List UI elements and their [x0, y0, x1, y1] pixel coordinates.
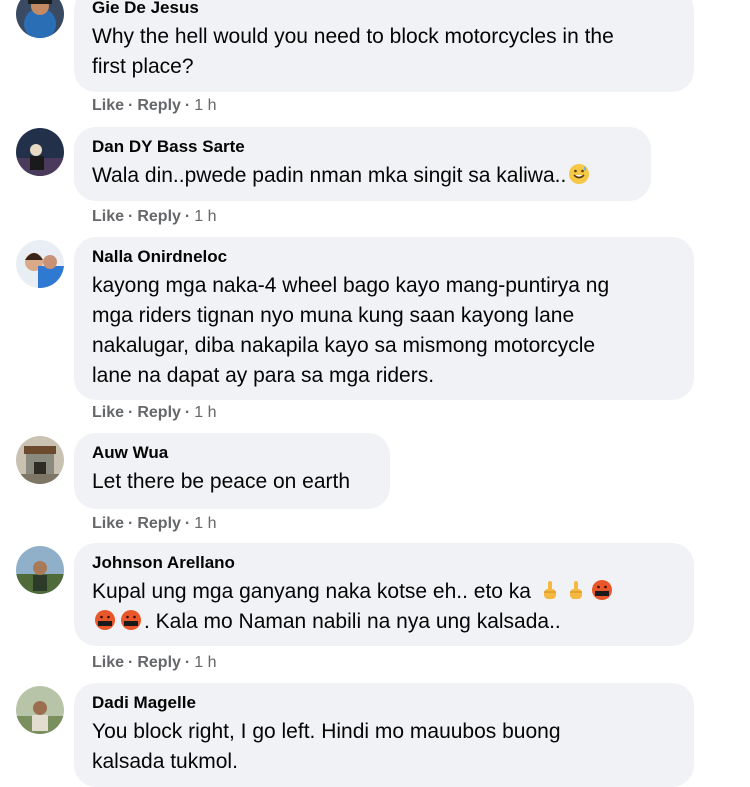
avatar[interactable] — [16, 0, 64, 38]
comment-line: You block right, I go left. Hindi mo mau… — [92, 720, 561, 743]
comment-actions: Like · Reply · 1 h — [92, 653, 217, 673]
comment-line-text: . Kala mo Naman nabili na nya ung kalsad… — [144, 610, 561, 633]
middle-finger-emoji — [565, 579, 587, 601]
avatar[interactable] — [16, 240, 64, 288]
reply-button[interactable]: Reply — [137, 208, 181, 225]
comment-time[interactable]: 1 h — [194, 404, 216, 421]
comment-actions: Like · Reply · 1 h — [92, 96, 217, 116]
comment-line: . Kala mo Naman nabili na nya ung kalsad… — [92, 607, 676, 637]
comment-text: Why the hell would you need to block mot… — [92, 22, 676, 82]
comment-bubble: Gie De Jesus Why the hell would you need… — [74, 0, 694, 92]
cursing-face-emoji — [591, 579, 613, 601]
middle-finger-emoji — [539, 579, 561, 601]
avatar[interactable] — [16, 128, 64, 176]
comment-author[interactable]: Dadi Magelle — [92, 693, 676, 713]
comment-bubble: Dadi Magelle You block right, I go left.… — [74, 683, 694, 787]
comment-text: Wala din..pwede padin nman mka singit sa… — [92, 161, 633, 191]
reply-button[interactable]: Reply — [137, 97, 181, 114]
comment-actions: Like · Reply · 1 h — [92, 403, 217, 423]
comment-time[interactable]: 1 h — [194, 654, 216, 671]
separator: · — [184, 654, 191, 671]
comment-text: You block right, I go left. Hindi mo mau… — [92, 717, 676, 777]
comment-line: nakalugar, diba nakapila kayo sa mismong… — [92, 334, 596, 357]
comments-section: Gie De Jesus Why the hell would you need… — [0, 0, 750, 787]
comment-line: lane na dapat ay para sa mga riders. — [92, 364, 435, 387]
comment-line-text: Kupal ung mga ganyang naka kotse eh.. et… — [92, 580, 531, 603]
comment-line: kalsada tukmol. — [92, 750, 238, 773]
avatar[interactable] — [16, 686, 64, 734]
comment-actions: Like · Reply · 1 h — [92, 514, 217, 534]
like-button[interactable]: Like — [92, 208, 124, 225]
separator: · — [128, 97, 134, 114]
like-button[interactable]: Like — [92, 97, 124, 114]
comment-line: first place? — [92, 55, 194, 78]
comment-line: Kupal ung mga ganyang naka kotse eh.. et… — [92, 577, 676, 607]
reply-button[interactable]: Reply — [137, 515, 181, 532]
cursing-face-emoji — [94, 609, 116, 631]
comment-author[interactable]: Auw Wua — [92, 443, 372, 463]
comment-text: Kupal ung mga ganyang naka kotse eh.. et… — [92, 577, 676, 637]
like-button[interactable]: Like — [92, 515, 124, 532]
comment-bubble: Auw Wua Let there be peace on earth — [74, 433, 390, 509]
like-button[interactable]: Like — [92, 654, 124, 671]
comment-author[interactable]: Gie De Jesus — [92, 0, 676, 18]
separator: · — [128, 404, 134, 421]
like-button[interactable]: Like — [92, 404, 124, 421]
comment-text: Let there be peace on earth — [92, 467, 372, 497]
comment-line: Let there be peace on earth — [92, 470, 351, 493]
separator: · — [184, 97, 191, 114]
cursing-face-emoji — [120, 609, 142, 631]
comment-author[interactable]: Nalla Onirdneloc — [92, 247, 676, 267]
comment-actions: Like · Reply · 1 h — [92, 207, 217, 227]
separator: · — [184, 208, 191, 225]
grinning-sweat-emoji — [568, 163, 590, 185]
comment-text: kayong mga naka-4 wheel bago kayo mang-p… — [92, 271, 676, 391]
comment-bubble: Dan DY Bass Sarte Wala din..pwede padin … — [74, 127, 651, 201]
separator: · — [128, 208, 134, 225]
comment-bubble: Johnson Arellano Kupal ung mga ganyang n… — [74, 543, 694, 646]
comment-time[interactable]: 1 h — [194, 97, 216, 114]
comment-author[interactable]: Johnson Arellano — [92, 553, 676, 573]
comment-bubble: Nalla Onirdneloc kayong mga naka-4 wheel… — [74, 237, 694, 400]
reply-button[interactable]: Reply — [137, 404, 181, 421]
separator: · — [128, 654, 134, 671]
separator: · — [184, 404, 191, 421]
comment-line: kayong mga naka-4 wheel bago kayo mang-p… — [92, 274, 610, 297]
comment-time[interactable]: 1 h — [194, 208, 216, 225]
comment-time[interactable]: 1 h — [194, 515, 216, 532]
comment-line: Why the hell would you need to block mot… — [92, 25, 614, 48]
comment-author[interactable]: Dan DY Bass Sarte — [92, 137, 633, 157]
avatar[interactable] — [16, 546, 64, 594]
separator: · — [184, 515, 191, 532]
separator: · — [128, 515, 134, 532]
reply-button[interactable]: Reply — [137, 654, 181, 671]
comment-line: mga riders tignan nyo muna kung saan kay… — [92, 304, 575, 327]
comment-line: Wala din..pwede padin nman mka singit sa… — [92, 164, 567, 187]
avatar[interactable] — [16, 436, 64, 484]
